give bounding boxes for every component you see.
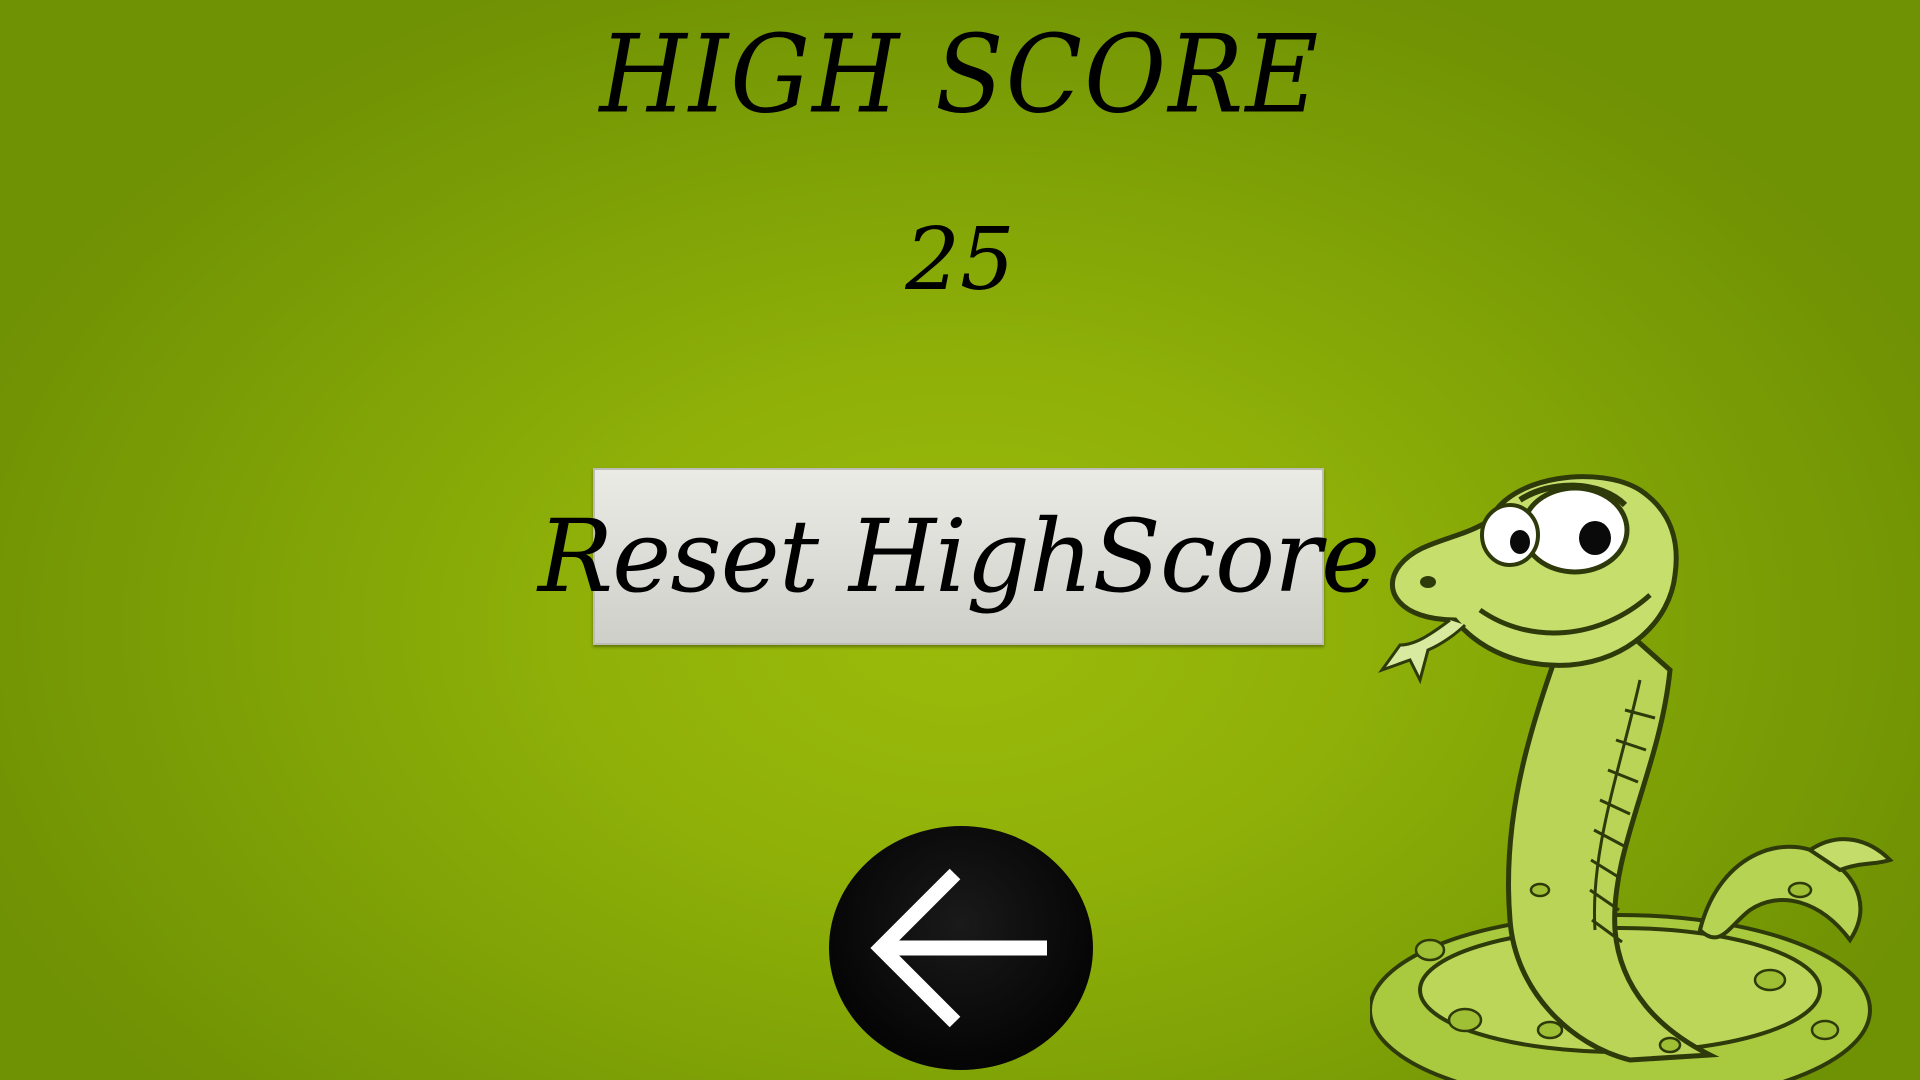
high-score-value: 25 [905, 210, 1015, 310]
arrow-left-icon [870, 868, 1047, 1028]
snake-mascot [1370, 474, 1894, 1080]
reset-highscore-button[interactable]: Reset HighScore [538, 468, 1380, 645]
high-score-title: HIGH SCORE [599, 11, 1321, 138]
reset-highscore-label: Reset HighScore [537, 498, 1380, 615]
back-button[interactable] [829, 826, 1093, 1070]
